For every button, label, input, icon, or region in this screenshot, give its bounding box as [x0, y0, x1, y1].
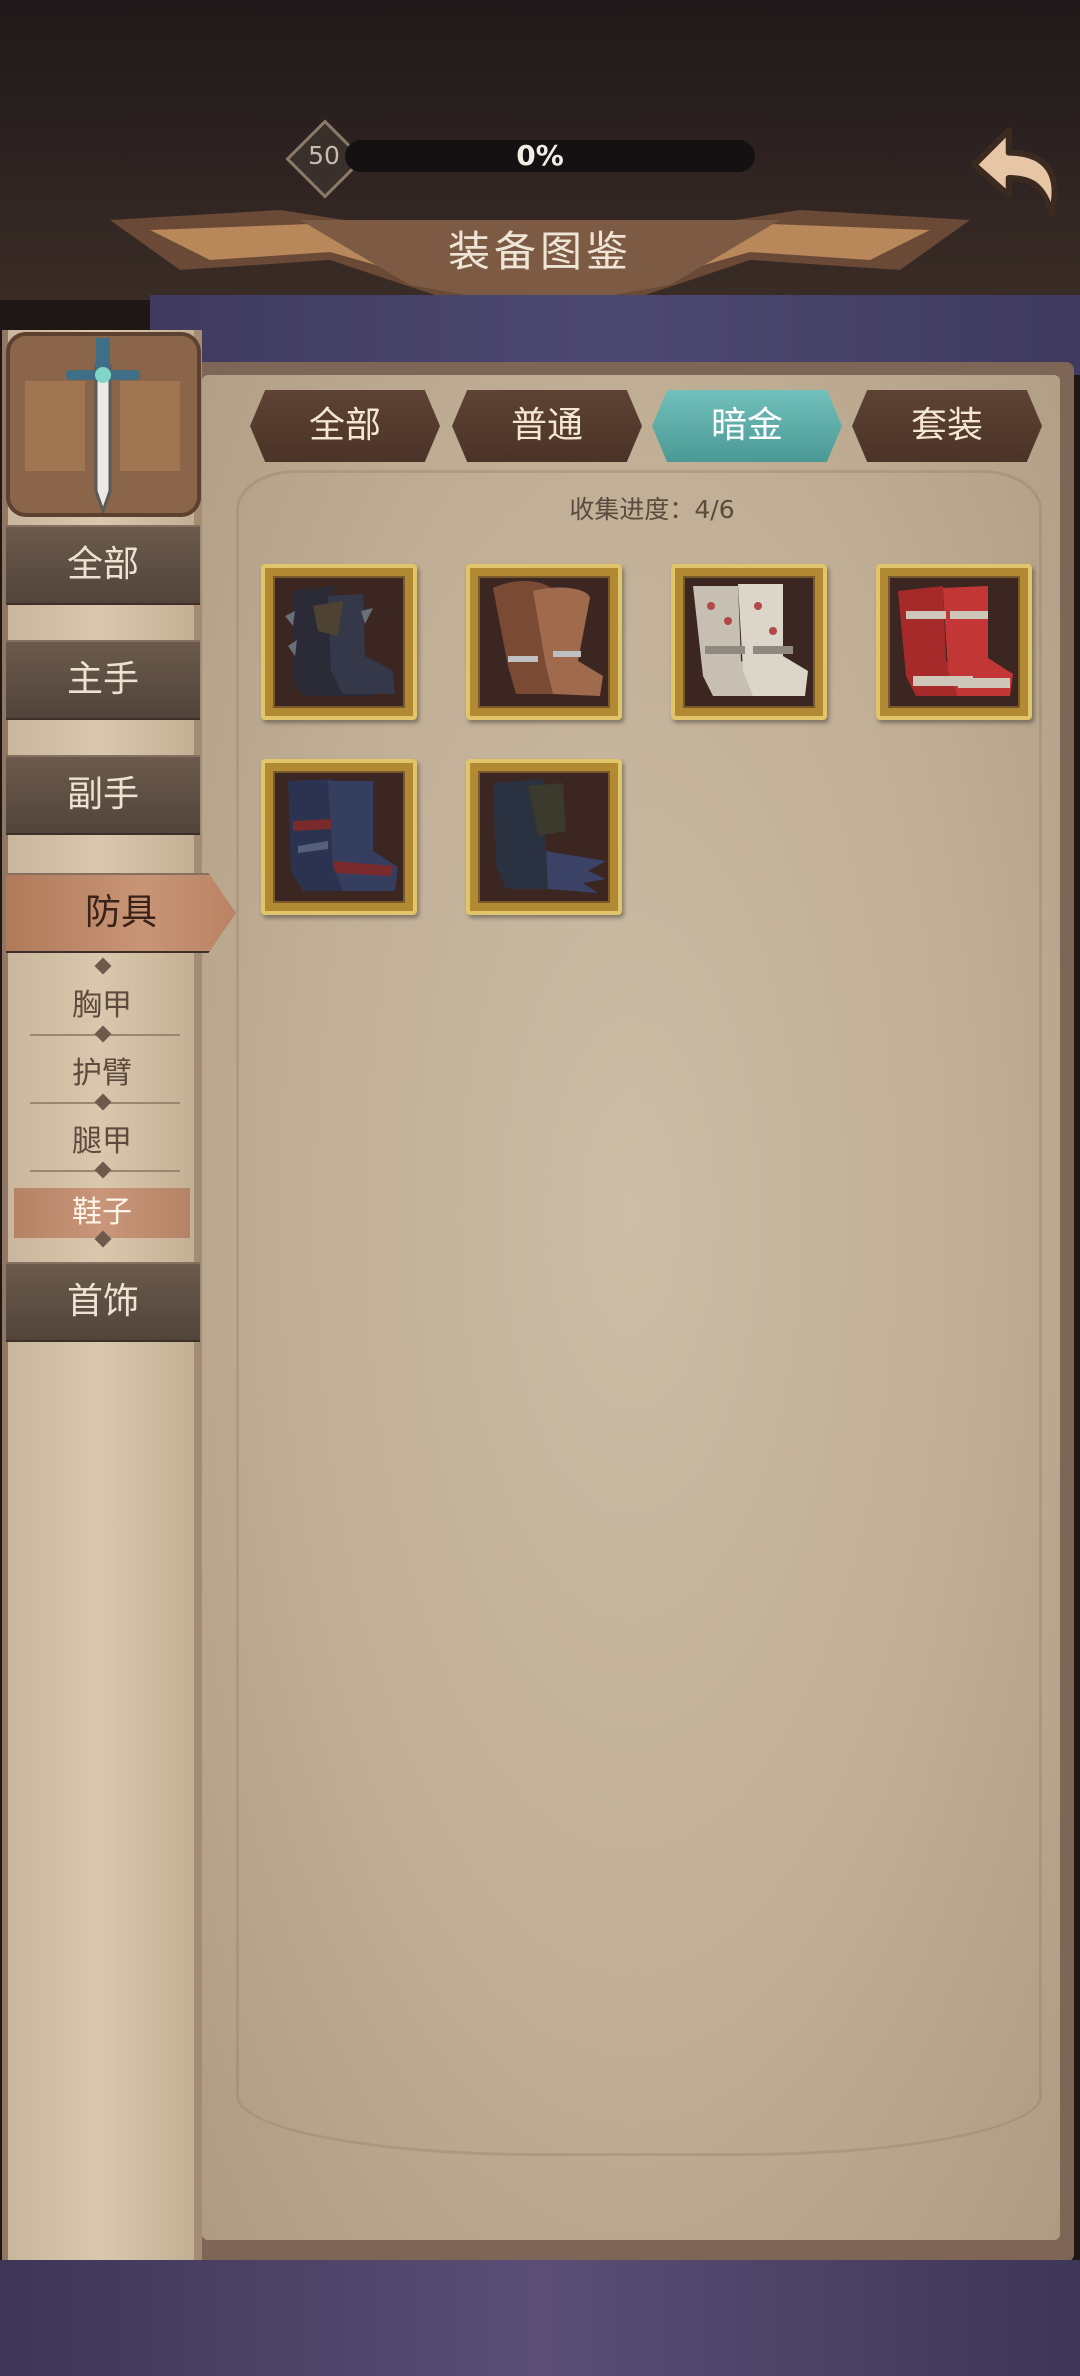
- subitem-legs[interactable]: 腿甲: [14, 1117, 190, 1167]
- navy-plated-boots-icon: [288, 779, 398, 891]
- item-card[interactable]: [466, 564, 622, 720]
- red-armored-boots-icon: [898, 586, 1013, 696]
- tab-dark-gold[interactable]: 暗金: [652, 390, 842, 462]
- panel-border-decor: [236, 470, 1042, 2156]
- tab-normal[interactable]: 普通: [452, 390, 642, 462]
- item-card[interactable]: [261, 564, 417, 720]
- spiked-dark-boots-icon: [285, 586, 395, 696]
- bottom-decor-strip: [0, 2260, 1080, 2376]
- sword-icon: [25, 338, 180, 516]
- page-title: 装备图鉴: [447, 227, 632, 276]
- item-card[interactable]: [876, 564, 1032, 720]
- sidebar-item-main-hand[interactable]: 主手: [6, 640, 200, 720]
- sidebar-item-accessories[interactable]: 首饰: [6, 1262, 200, 1342]
- subitem-bracers[interactable]: 护臂: [14, 1049, 190, 1099]
- sidebar-item-armor[interactable]: 防具: [6, 873, 236, 953]
- tab-all[interactable]: 全部: [250, 390, 440, 462]
- sidebar-item-all[interactable]: 全部: [6, 525, 200, 605]
- collection-count-label: 收集进度：4/6: [569, 495, 735, 524]
- dark-clawed-boots-icon: [493, 779, 606, 893]
- white-runed-boots-icon: [693, 584, 808, 696]
- back-arrow-icon[interactable]: [968, 122, 1070, 224]
- item-card[interactable]: [261, 759, 417, 915]
- sidebar-item-off-hand[interactable]: 副手: [6, 755, 200, 835]
- item-card[interactable]: [466, 759, 622, 915]
- item-card[interactable]: [671, 564, 827, 720]
- brown-leather-boots-icon: [493, 580, 603, 696]
- subitem-chest[interactable]: 胸甲: [14, 981, 190, 1031]
- collection-progress-percent: 0%: [516, 139, 564, 172]
- tab-set[interactable]: 套装: [852, 390, 1042, 462]
- sword-emblem: [6, 332, 201, 517]
